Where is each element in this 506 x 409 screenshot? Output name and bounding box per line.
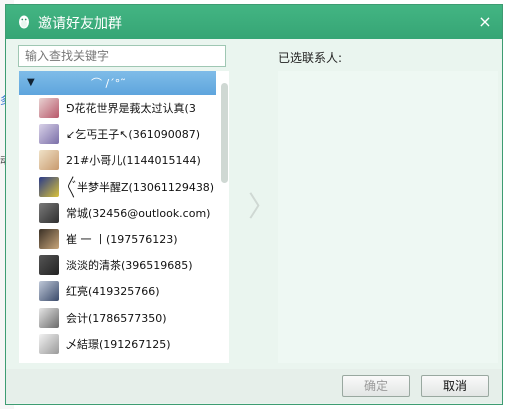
friend-name: 21#小哥儿(1144015144) <box>66 154 201 168</box>
friend-row[interactable]: 乄結璟(191267125) <box>19 331 216 357</box>
search-box[interactable] <box>18 45 226 67</box>
friend-name: ↙乞丐王子↖(361090087) <box>66 128 201 142</box>
title-bar: 邀请好友加群 × <box>6 5 502 39</box>
friend-row[interactable]: 红亮(419325766) <box>19 278 216 304</box>
avatar <box>39 150 59 171</box>
friend-group-header[interactable]: ▼ ⌒ /´°˜ <box>19 71 216 95</box>
avatar <box>39 281 59 302</box>
friend-name: 会计(1786577350) <box>66 311 167 325</box>
friend-row[interactable]: 崔 一 丨(197576123) <box>19 226 216 252</box>
invite-friends-dialog: 邀请好友加群 × ▼ ⌒ /´°˜ ⅁花花世界是莪太过认真(3 ↙乞丐王子↖(3… <box>5 4 503 405</box>
friend-name: 〲半梦半醒Z(13061129438) <box>66 180 215 194</box>
friend-row[interactable]: ↙乞丐王子↖(361090087) <box>19 121 216 147</box>
friend-name: 红亮(419325766) <box>66 285 160 299</box>
friend-name: ⅁花花世界是莪太过认真(3 <box>66 102 196 115</box>
friend-list-scrollbar[interactable] <box>220 71 229 363</box>
friend-name: 淡淡的清茶(396519685) <box>66 259 193 273</box>
close-button[interactable]: × <box>474 11 496 33</box>
qq-penguin-icon <box>19 15 29 29</box>
friend-name: 乄結璟(191267125) <box>66 337 171 351</box>
friend-row[interactable]: 21#小哥儿(1144015144) <box>19 147 216 173</box>
friend-row[interactable]: 淡淡的清茶(396519685) <box>19 252 216 278</box>
avatar <box>39 124 59 145</box>
avatar <box>39 333 59 354</box>
collapse-triangle-icon[interactable]: ▼ <box>27 77 35 88</box>
dialog-title: 邀请好友加群 <box>38 16 122 32</box>
avatar <box>39 307 59 328</box>
friend-name: 常城(32456@outlook.com) <box>66 206 211 220</box>
avatar <box>39 228 59 249</box>
avatar <box>39 98 59 118</box>
search-input[interactable] <box>19 46 225 66</box>
scrollbar-thumb[interactable] <box>221 83 228 183</box>
add-arrow-icon[interactable]: 〉 <box>248 185 276 225</box>
avatar <box>39 202 59 223</box>
friend-row[interactable]: 会计(1786577350) <box>19 305 216 331</box>
avatar <box>39 255 59 276</box>
selected-contacts-panel <box>278 71 498 363</box>
friend-name: 崔 一 丨(197576123) <box>66 232 178 246</box>
selected-contacts-label: 已选联系人: <box>278 51 343 65</box>
group-name: ⌒ /´°˜ <box>91 77 126 90</box>
friend-row[interactable]: ⅁花花世界是莪太过认真(3 <box>19 95 216 121</box>
friend-list: ▼ ⌒ /´°˜ ⅁花花世界是莪太过认真(3 ↙乞丐王子↖(361090087)… <box>19 71 229 363</box>
avatar <box>39 176 59 197</box>
friend-rows: ⅁花花世界是莪太过认真(3 ↙乞丐王子↖(361090087) 21#小哥儿(1… <box>19 95 216 357</box>
cancel-button[interactable]: 取消 <box>421 375 489 397</box>
ok-button[interactable]: 确定 <box>342 375 410 397</box>
friend-row[interactable]: 常城(32456@outlook.com) <box>19 200 216 226</box>
friend-row[interactable]: 〲半梦半醒Z(13061129438) <box>19 174 216 200</box>
